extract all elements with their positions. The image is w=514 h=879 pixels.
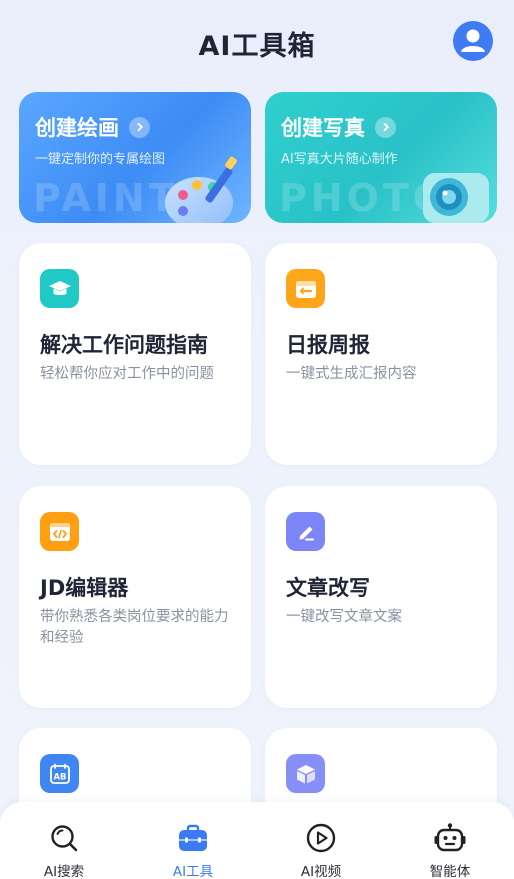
tool-card-article-rewrite[interactable]: 文章改写 一键改写文章文案 <box>265 486 497 708</box>
tab-label: AI工具 <box>172 864 214 879</box>
code-window-icon <box>40 512 79 551</box>
tab-label: 智能体 <box>429 864 471 879</box>
bottom-tab-bar: AI搜索 AI工具 AI视频 智能体 <box>0 802 514 879</box>
banner-subtitle: 一键定制你的专属绘图 <box>35 152 166 167</box>
tool-card-daily-report[interactable]: 日报周报 一键式生成汇报内容 <box>265 243 497 465</box>
tab-ai-search[interactable]: AI搜索 <box>0 802 128 879</box>
banner-subtitle: AI写真大片随心制作 <box>281 152 398 167</box>
tab-ai-video[interactable]: AI视频 <box>257 802 385 879</box>
tab-label: AI视频 <box>300 864 342 879</box>
palette-icon <box>165 156 237 223</box>
box-icon <box>286 754 325 793</box>
tool-title: 日报周报 <box>286 333 370 357</box>
create-photo-card[interactable]: PHOTO 创建写真 AI写真大片随心制作 <box>265 92 497 223</box>
tab-agents[interactable]: 智能体 <box>386 802 514 879</box>
svg-text:AB: AB <box>53 772 66 782</box>
user-icon <box>461 29 485 52</box>
banner-title: 创建写真 <box>281 116 365 140</box>
banner-watermark: PAINT <box>33 176 179 220</box>
tool-description: 带你熟悉各类岗位要求的能力和经验 <box>40 609 229 646</box>
chevron-right-icon <box>375 116 396 138</box>
header: AI工具箱 <box>0 0 514 86</box>
user-avatar-button[interactable] <box>453 21 493 61</box>
banner-title: 创建绘画 <box>35 116 119 140</box>
tab-ai-tools[interactable]: AI工具 <box>129 802 257 879</box>
tool-title: 解决工作问题指南 <box>40 333 208 357</box>
create-painting-card[interactable]: PAINT 创建绘画 一键定制你的专属绘图 <box>19 92 251 223</box>
tab-label: AI搜索 <box>43 864 85 879</box>
ab-translate-icon: AB <box>40 754 79 793</box>
page-title: AI工具箱 <box>198 31 316 62</box>
calendar-report-icon <box>286 269 325 308</box>
chevron-right-icon <box>129 116 150 138</box>
graduation-cap-icon <box>40 269 79 308</box>
camera-icon <box>423 173 489 223</box>
tool-card-work-guide[interactable]: 解决工作问题指南 轻松帮你应对工作中的问题 <box>19 243 251 465</box>
search-icon <box>51 825 78 852</box>
play-circle-icon <box>306 823 336 853</box>
toolbox-icon <box>179 824 207 851</box>
tool-description: 一键式生成汇报内容 <box>286 366 417 382</box>
tool-title: JD编辑器 <box>40 576 129 600</box>
tool-title: 文章改写 <box>286 576 370 600</box>
tool-description: 一键改写文章文案 <box>286 609 402 625</box>
robot-icon <box>434 823 466 852</box>
tool-description: 轻松帮你应对工作中的问题 <box>40 366 214 382</box>
pen-edit-icon <box>286 512 325 551</box>
tool-card-jd-editor[interactable]: JD编辑器 带你熟悉各类岗位要求的能力和经验 <box>19 486 251 708</box>
